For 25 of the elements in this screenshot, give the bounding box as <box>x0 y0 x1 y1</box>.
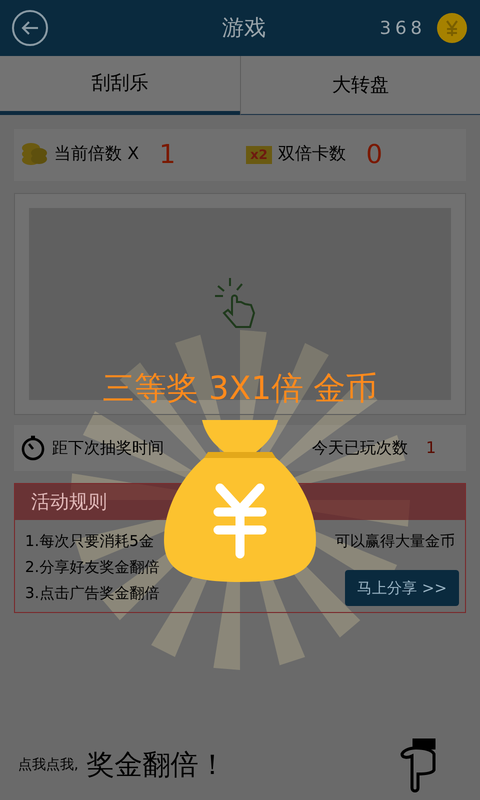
stat-value: 1 <box>159 142 176 168</box>
rule-text: 可以赢得大量金币 <box>335 530 455 552</box>
tap-me-text: 点我点我, <box>18 756 78 775</box>
stat-label: 双倍卡数 <box>278 143 346 166</box>
played-label: 今天已玩次数 <box>312 437 408 459</box>
prize-text: 三等奖 3X1倍 金币 <box>102 368 378 409</box>
arrow-left-icon <box>20 20 40 36</box>
tab[interactable]: 大转盘 <box>240 56 480 115</box>
stat-label: 当前倍数 X <box>54 143 140 166</box>
rules-title: 活动规则 <box>31 490 107 515</box>
stopwatch-icon <box>20 435 46 461</box>
tab[interactable]: 刮刮乐 <box>0 56 240 115</box>
back-button[interactable] <box>12 10 48 46</box>
coin-count: 368 <box>380 16 426 40</box>
rule-text: 2.分享好友奖金翻倍 <box>25 556 160 578</box>
share-button[interactable]: 马上分享 >> <box>345 570 459 606</box>
stat-value: 0 <box>366 142 383 168</box>
yuan-coin-icon <box>436 12 468 44</box>
rule-text: 1.每次只要消耗5金 <box>25 530 154 552</box>
timer-label: 距下次抽奖时间 <box>52 437 164 459</box>
played-count: 1 <box>426 437 436 459</box>
rule-text: 3.点击广告奖金翻倍 <box>25 582 160 604</box>
header-title: 游戏 <box>220 14 267 42</box>
double-card-icon: x2 <box>246 146 272 164</box>
double-bonus-text[interactable]: 奖金翻倍！ <box>86 744 226 786</box>
